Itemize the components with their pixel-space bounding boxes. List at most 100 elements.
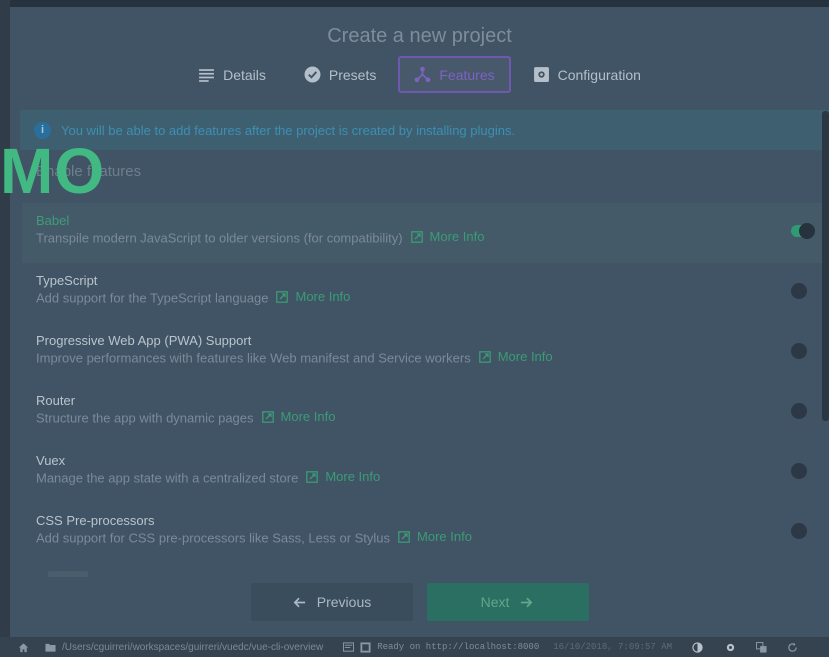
terminal-icon (360, 641, 371, 653)
external-link-icon (478, 350, 491, 363)
more-info-link[interactable]: More Info (261, 408, 336, 425)
toggle-knob (799, 223, 815, 239)
next-button[interactable]: Next (426, 583, 589, 621)
toggle-knob (791, 283, 807, 299)
step-tabs: Details Presets Features Configuration (10, 56, 829, 93)
arrow-right-icon (521, 597, 533, 607)
tab-presets[interactable]: Presets (288, 56, 392, 93)
gear-icon (726, 643, 735, 651)
refresh-icon (788, 642, 797, 652)
feature-toggle[interactable] (791, 343, 813, 359)
tab-label: Features (439, 66, 495, 83)
home-icon (18, 642, 29, 652)
feature-description: Add support for CSS pre-processors like … (36, 528, 829, 547)
previous-label: Previous (316, 594, 372, 610)
contrast-icon (692, 641, 703, 653)
previous-button[interactable]: Previous (250, 583, 413, 621)
feature-description: Transpile modern JavaScript to older ver… (36, 228, 829, 247)
feature-item-typescript[interactable]: TypeScript Add support for the TypeScrip… (22, 263, 829, 323)
refresh-button[interactable] (775, 642, 806, 653)
description-text: Add support for the TypeScript language (36, 290, 269, 306)
feature-item-partial (22, 563, 829, 577)
tab-configuration[interactable]: Configuration (517, 56, 657, 93)
window-left-strip (0, 0, 10, 657)
toggle-knob (791, 523, 807, 539)
more-info-label: More Info (497, 349, 553, 364)
window-top-strip (0, 0, 829, 7)
feature-item-css-preprocessors[interactable]: CSS Pre-processors Add support for CSS p… (22, 503, 829, 563)
wizard-footer: Previous Next (10, 583, 829, 621)
external-link-icon (276, 290, 289, 303)
feature-item-router[interactable]: Router Structure the app with dynamic pa… (22, 383, 829, 443)
tab-label: Configuration (557, 66, 641, 83)
description-text: Transpile modern JavaScript to older ver… (36, 230, 403, 246)
feature-name: Router (36, 393, 76, 408)
partial-text (48, 571, 88, 577)
feature-toggle[interactable] (791, 223, 815, 239)
server-status: Ready on http://localhost:8000 (377, 642, 540, 652)
external-link-icon (410, 230, 423, 243)
vue-watermark: MO (0, 135, 106, 207)
feature-toggle[interactable] (791, 463, 813, 479)
feature-name: Progressive Web App (PWA) Support (36, 333, 252, 348)
dark-mode-toggle[interactable] (680, 641, 711, 653)
feature-toggle[interactable] (791, 403, 813, 419)
feature-name: Babel (36, 213, 70, 228)
more-info-label: More Info (325, 469, 381, 484)
settings-box-icon (533, 67, 549, 82)
external-link-icon (261, 410, 274, 423)
list-icon (199, 69, 215, 82)
console-icon (343, 641, 355, 652)
external-link-icon (306, 470, 319, 483)
console-toggle[interactable]: Ready on http://localhost:8000 16/10/201… (331, 641, 680, 653)
more-info-link[interactable]: More Info (478, 348, 553, 365)
toggle-knob (791, 343, 807, 359)
feature-description: Improve performances with features like … (36, 348, 829, 367)
more-info-label: More Info (429, 229, 485, 244)
feature-item-babel[interactable]: Babel Transpile modern JavaScript to old… (22, 203, 829, 263)
feature-list: Babel Transpile modern JavaScript to old… (22, 203, 829, 563)
more-info-label: More Info (417, 529, 472, 544)
feature-description: Structure the app with dynamic pages More… (36, 408, 829, 427)
feature-toggle[interactable] (791, 283, 813, 299)
feature-item-vuex[interactable]: Vuex Manage the app state with a central… (22, 443, 829, 503)
project-path[interactable]: /Users/cguirreri/workspaces/guirreri/vue… (37, 642, 331, 653)
external-link-icon (398, 530, 410, 543)
translate-button[interactable] (744, 641, 775, 653)
status-timestamp: 16/10/2018, 7:09:57 AM (553, 642, 673, 652)
home-button[interactable] (0, 642, 37, 653)
feature-item-pwa[interactable]: Progressive Web App (PWA) Support Improv… (22, 323, 829, 383)
more-info-link[interactable]: More Info (410, 228, 485, 245)
more-info-link[interactable]: More Info (276, 288, 350, 305)
feature-name: Vuex (36, 453, 66, 468)
check-circle-icon (304, 66, 321, 83)
more-info-link[interactable]: More Info (306, 468, 380, 485)
settings-button[interactable] (711, 642, 744, 653)
description-text: Structure the app with dynamic pages (36, 410, 254, 426)
feature-description: Add support for the TypeScript language M… (36, 288, 829, 307)
tab-label: Details (223, 66, 266, 83)
scrollbar[interactable] (822, 111, 829, 421)
more-info-link[interactable]: More Info (398, 528, 472, 545)
description-text: Add support for CSS pre-processors like … (36, 530, 391, 546)
nodes-icon (414, 66, 431, 83)
feature-name: CSS Pre-processors (36, 513, 155, 528)
more-info-label: More Info (280, 409, 336, 424)
tab-label: Presets (328, 66, 377, 83)
feature-description: Manage the app state with a centralized … (36, 468, 829, 487)
feature-name: TypeScript (36, 273, 98, 288)
toggle-knob (791, 463, 807, 479)
folder-icon (45, 643, 56, 652)
next-label: Next (480, 594, 510, 610)
tab-features[interactable]: Features (398, 56, 511, 93)
tab-details[interactable]: Details (182, 56, 282, 93)
arrow-left-icon (293, 597, 305, 607)
translate-icon (756, 641, 767, 653)
status-bar: /Users/cguirreri/workspaces/guirreri/vue… (0, 637, 829, 657)
project-path-text: /Users/cguirreri/workspaces/guirreri/vue… (62, 641, 324, 653)
info-banner: i You will be able to add features after… (20, 110, 829, 150)
create-project-panel: Create a new project Details Presets Fea… (0, 7, 829, 637)
description-text: Improve performances with features like … (36, 350, 471, 366)
description-text: Manage the app state with a centralized … (36, 470, 299, 486)
feature-toggle[interactable] (791, 523, 813, 539)
